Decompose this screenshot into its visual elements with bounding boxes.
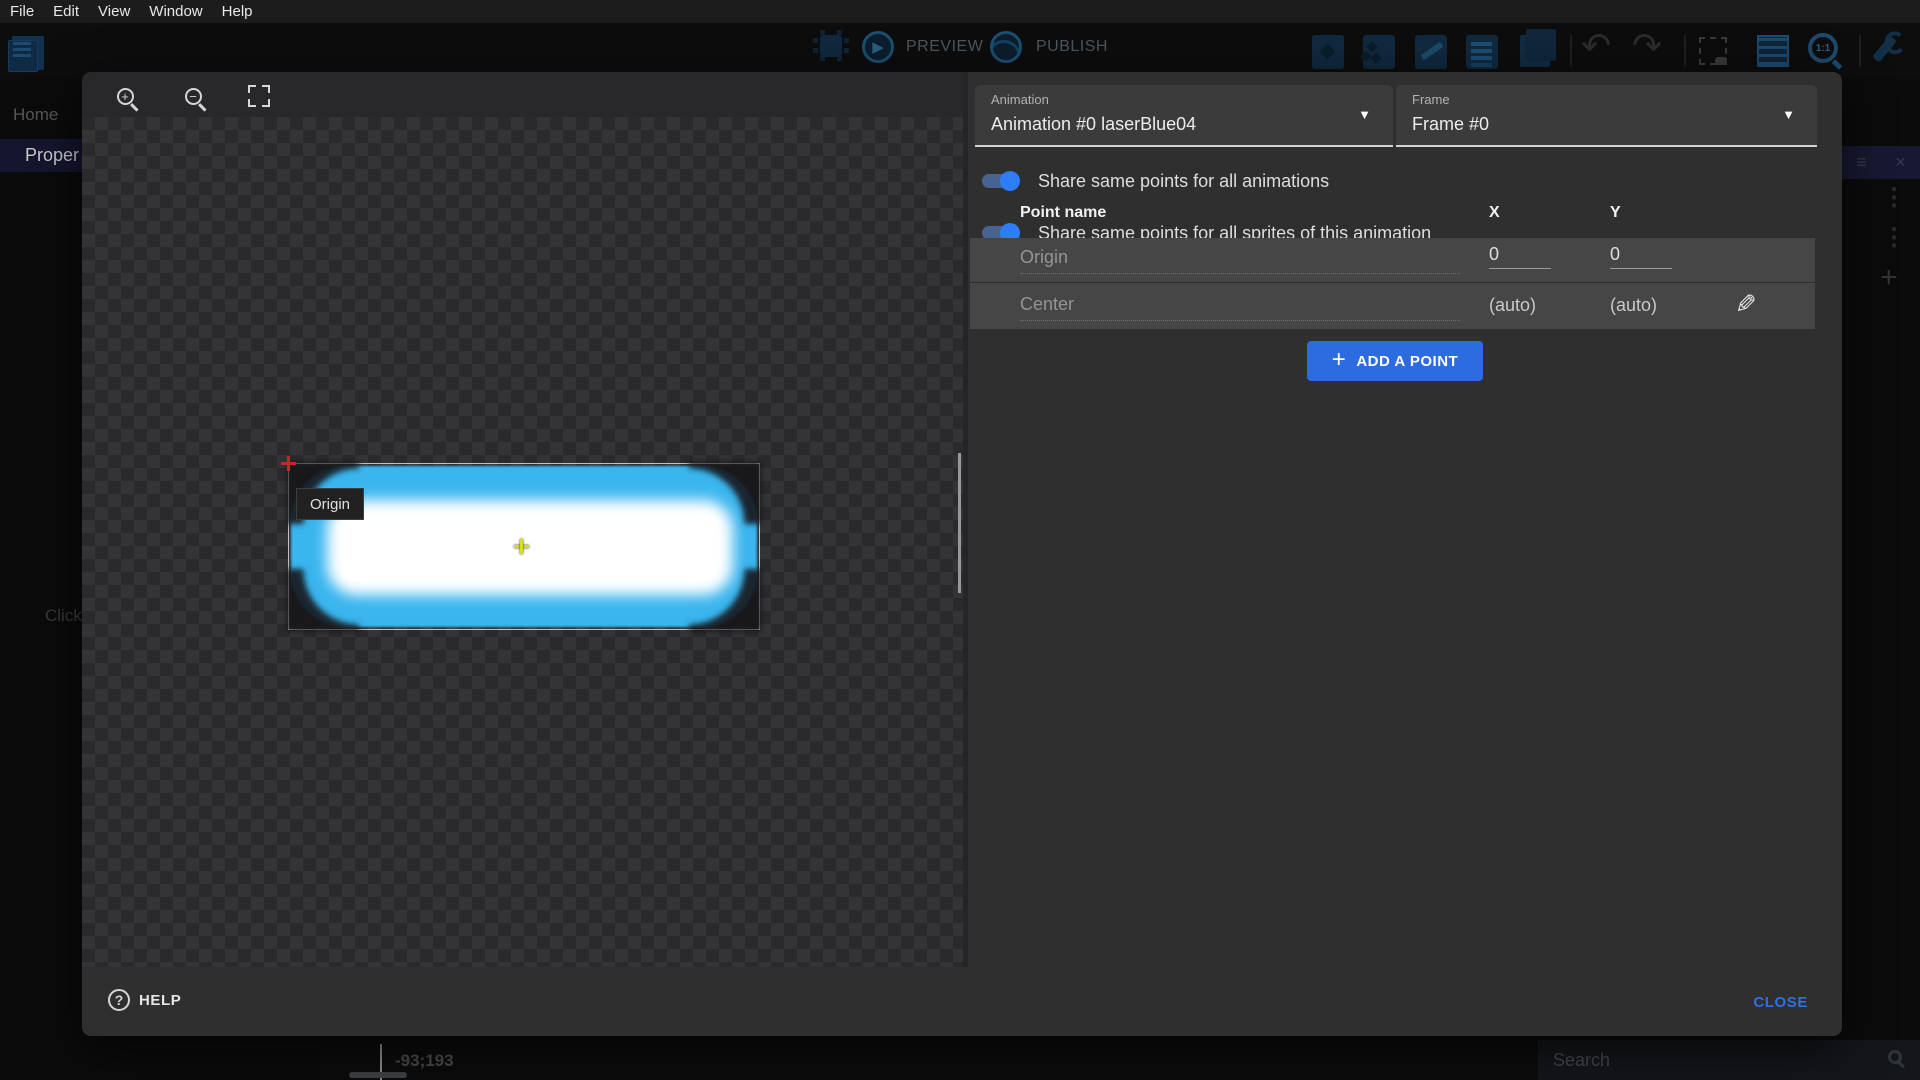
menu-bar: File Edit View Window Help	[0, 0, 1920, 23]
add-a-point-label: ADD A POINT	[1356, 353, 1458, 370]
main-toolbar: ▶ PREVIEW PUBLISH ↶ ↷ 1:1	[0, 23, 1920, 78]
filter-icon[interactable]: ≡	[1856, 152, 1867, 173]
panel-close-icon[interactable]: ×	[1895, 152, 1906, 173]
zoom-in-button[interactable]: +	[112, 83, 138, 109]
share-points-animations-toggle[interactable]	[980, 169, 1018, 193]
play-icon: ▶	[872, 38, 884, 56]
add-a-point-button[interactable]: + ADD A POINT	[1307, 341, 1483, 381]
events-list-icon[interactable]	[1466, 35, 1498, 69]
horizontal-scrollbar-thumb[interactable]	[349, 1072, 407, 1078]
scene-icon[interactable]	[1312, 35, 1344, 69]
frame-select[interactable]: Frame Frame #0 ▼	[1396, 85, 1817, 147]
zoom-out-icon: −	[185, 88, 202, 105]
object-search	[1538, 1040, 1920, 1080]
point-name-field[interactable]: Center	[1020, 294, 1460, 321]
column-header-point-name: Point name	[1020, 204, 1106, 222]
edit-points-dialog: + − Origin	[82, 72, 1842, 1036]
publish-icon[interactable]	[990, 31, 1022, 63]
minus-glyph: −	[189, 89, 197, 104]
column-header-y: Y	[1610, 204, 1621, 222]
kebab-menu-icon[interactable]: ⋮	[1882, 183, 1906, 212]
wrench-icon[interactable]	[1872, 35, 1897, 62]
kebab-menu-icon[interactable]: ⋮	[1882, 223, 1906, 252]
column-header-x: X	[1489, 204, 1500, 222]
sprite-corner-shade	[689, 569, 761, 631]
preview-play-icon[interactable]: ▶	[862, 31, 894, 63]
edit-pencil-icon[interactable]: ✎	[1735, 291, 1757, 317]
help-icon: ?	[108, 989, 130, 1011]
fit-to-screen-button[interactable]	[246, 83, 272, 109]
frame-select-label: Frame	[1412, 92, 1450, 107]
table-row-center: Center (auto) (auto) ✎	[970, 283, 1815, 329]
zoom-out-button[interactable]: −	[180, 83, 206, 109]
search-icon	[1888, 1050, 1902, 1064]
chevron-down-icon: ▼	[1358, 107, 1371, 122]
dialog-footer: ? HELP CLOSE	[82, 967, 1842, 1036]
toggle-label: Share same points for all animations	[1038, 171, 1329, 192]
cursor-coordinates: -93;193	[395, 1051, 454, 1071]
sprite-bounds: Origin	[288, 463, 760, 630]
sprite-canvas[interactable]: Origin	[82, 117, 963, 967]
preview-button[interactable]: PREVIEW	[906, 38, 983, 56]
point-x-field[interactable]: (auto)	[1489, 295, 1565, 316]
objects-icon[interactable]	[1363, 35, 1395, 69]
chevron-down-icon: ▼	[1782, 107, 1795, 122]
help-label: HELP	[139, 992, 181, 1009]
tab-properties-label: Proper	[25, 145, 79, 166]
table-row-origin: Origin 0 0	[970, 238, 1815, 282]
debug-icon[interactable]	[820, 35, 842, 57]
question-glyph: ?	[115, 992, 124, 1008]
copy-icon[interactable]	[1520, 35, 1550, 67]
animation-select-value: Animation #0 laserBlue04	[991, 114, 1196, 135]
animation-select-label: Animation	[991, 92, 1049, 107]
point-y-field[interactable]: (auto)	[1610, 295, 1686, 316]
point-x-field[interactable]: 0	[1489, 244, 1551, 269]
menu-edit[interactable]: Edit	[53, 3, 79, 20]
selection-mask-icon[interactable]	[1699, 37, 1727, 65]
app-window: File Edit View Window Help ▶ PREVIEW PUB…	[0, 0, 1920, 1080]
canvas-scrollbar-thumb[interactable]	[958, 453, 961, 593]
point-y-field[interactable]: 0	[1610, 244, 1672, 269]
menu-view[interactable]: View	[98, 3, 130, 20]
menu-file[interactable]: File	[10, 3, 34, 20]
tab-home[interactable]: Home	[13, 105, 58, 125]
fit-to-screen-icon	[248, 85, 270, 107]
add-object-icon[interactable]: +	[1880, 261, 1898, 295]
menu-window[interactable]: Window	[149, 3, 202, 20]
redo-icon[interactable]: ↷	[1632, 25, 1662, 67]
sprite-corner-shade	[287, 569, 359, 631]
point-name-field[interactable]: Origin	[1020, 247, 1460, 274]
properties-hint-text: Click	[45, 606, 82, 626]
undo-icon[interactable]: ↶	[1581, 25, 1611, 67]
sprite-corner-shade	[689, 462, 761, 524]
zoom-in-icon: +	[117, 88, 134, 105]
center-point-marker[interactable]	[514, 539, 529, 554]
edit-scene-icon[interactable]	[1415, 35, 1447, 69]
zoom-ratio-label: 1:1	[1816, 43, 1830, 54]
points-panel: Animation Animation #0 laserBlue04 ▼ Fra…	[968, 72, 1842, 967]
objects-panel-header: ≡ ×	[1842, 146, 1920, 179]
status-bar: -93;193	[320, 1040, 1920, 1080]
close-button[interactable]: CLOSE	[1753, 994, 1808, 1011]
plus-glyph: +	[121, 89, 129, 104]
toolbar-divider	[1684, 35, 1686, 67]
menu-help[interactable]: Help	[222, 3, 253, 20]
toolbar-divider	[1859, 35, 1861, 67]
canvas-toolbar: + −	[82, 72, 963, 117]
search-input[interactable]	[1553, 1040, 1853, 1080]
publish-button[interactable]: PUBLISH	[1036, 38, 1108, 56]
plus-icon: +	[1332, 346, 1347, 374]
origin-point-tooltip: Origin	[296, 488, 364, 520]
frame-select-value: Frame #0	[1412, 114, 1489, 135]
help-button[interactable]: ? HELP	[108, 989, 181, 1011]
zoom-ratio-icon[interactable]: 1:1	[1808, 33, 1838, 63]
share-points-animations-row: Share same points for all animations	[980, 169, 1329, 193]
grid-icon[interactable]	[1757, 35, 1789, 67]
laser-sprite-core	[327, 500, 733, 595]
animation-select[interactable]: Animation Animation #0 laserBlue04 ▼	[975, 85, 1393, 147]
toolbar-divider	[1570, 35, 1572, 67]
project-manager-icon[interactable]	[12, 36, 44, 70]
origin-point-marker[interactable]	[281, 456, 296, 471]
